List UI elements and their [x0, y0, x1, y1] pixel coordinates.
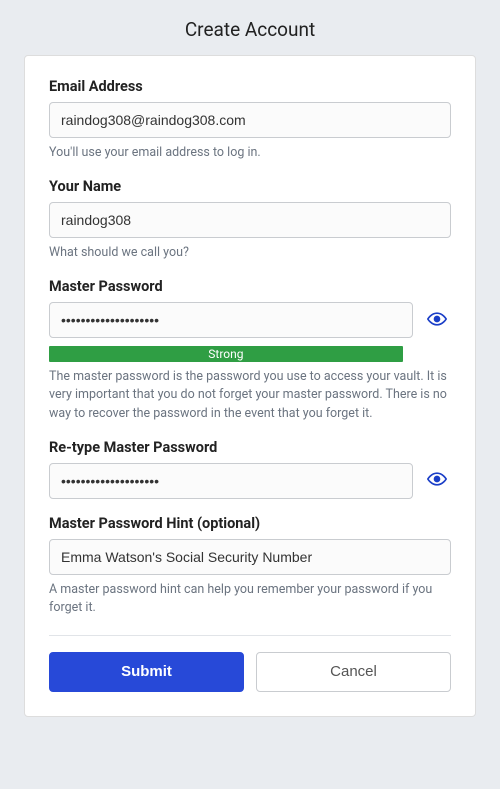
submit-button[interactable]: Submit [49, 652, 244, 692]
email-input[interactable] [49, 102, 451, 138]
name-hint: What should we call you? [49, 244, 451, 262]
toggle-visibility-button-master[interactable] [423, 307, 451, 334]
page-title: Create Account [0, 0, 500, 55]
eye-icon [427, 309, 447, 332]
divider [49, 635, 451, 636]
password-hint-label: Master Password Hint (optional) [49, 515, 451, 532]
password-strength-bar: Strong [49, 346, 403, 362]
toggle-visibility-button-retype[interactable] [423, 467, 451, 494]
email-field-group: Email Address You'll use your email addr… [49, 78, 451, 162]
password-hint-help: A master password hint can help you reme… [49, 581, 451, 617]
retype-password-input[interactable] [49, 463, 413, 499]
master-password-label: Master Password [49, 278, 451, 295]
name-field-group: Your Name What should we call you? [49, 178, 451, 262]
password-hint-input[interactable] [49, 539, 451, 575]
email-hint: You'll use your email address to log in. [49, 144, 451, 162]
name-input[interactable] [49, 202, 451, 238]
master-password-hint: The master password is the password you … [49, 368, 451, 422]
eye-icon [427, 469, 447, 492]
password-hint-field-group: Master Password Hint (optional) A master… [49, 515, 451, 617]
cancel-button[interactable]: Cancel [256, 652, 451, 692]
master-password-field-group: Master Password Strong The master passwo… [49, 278, 451, 422]
retype-password-field-group: Re-type Master Password [49, 439, 451, 499]
name-label: Your Name [49, 178, 451, 195]
master-password-input[interactable] [49, 302, 413, 338]
button-row: Submit Cancel [49, 652, 451, 692]
create-account-card: Email Address You'll use your email addr… [24, 55, 476, 717]
email-label: Email Address [49, 78, 451, 95]
retype-password-label: Re-type Master Password [49, 439, 451, 456]
